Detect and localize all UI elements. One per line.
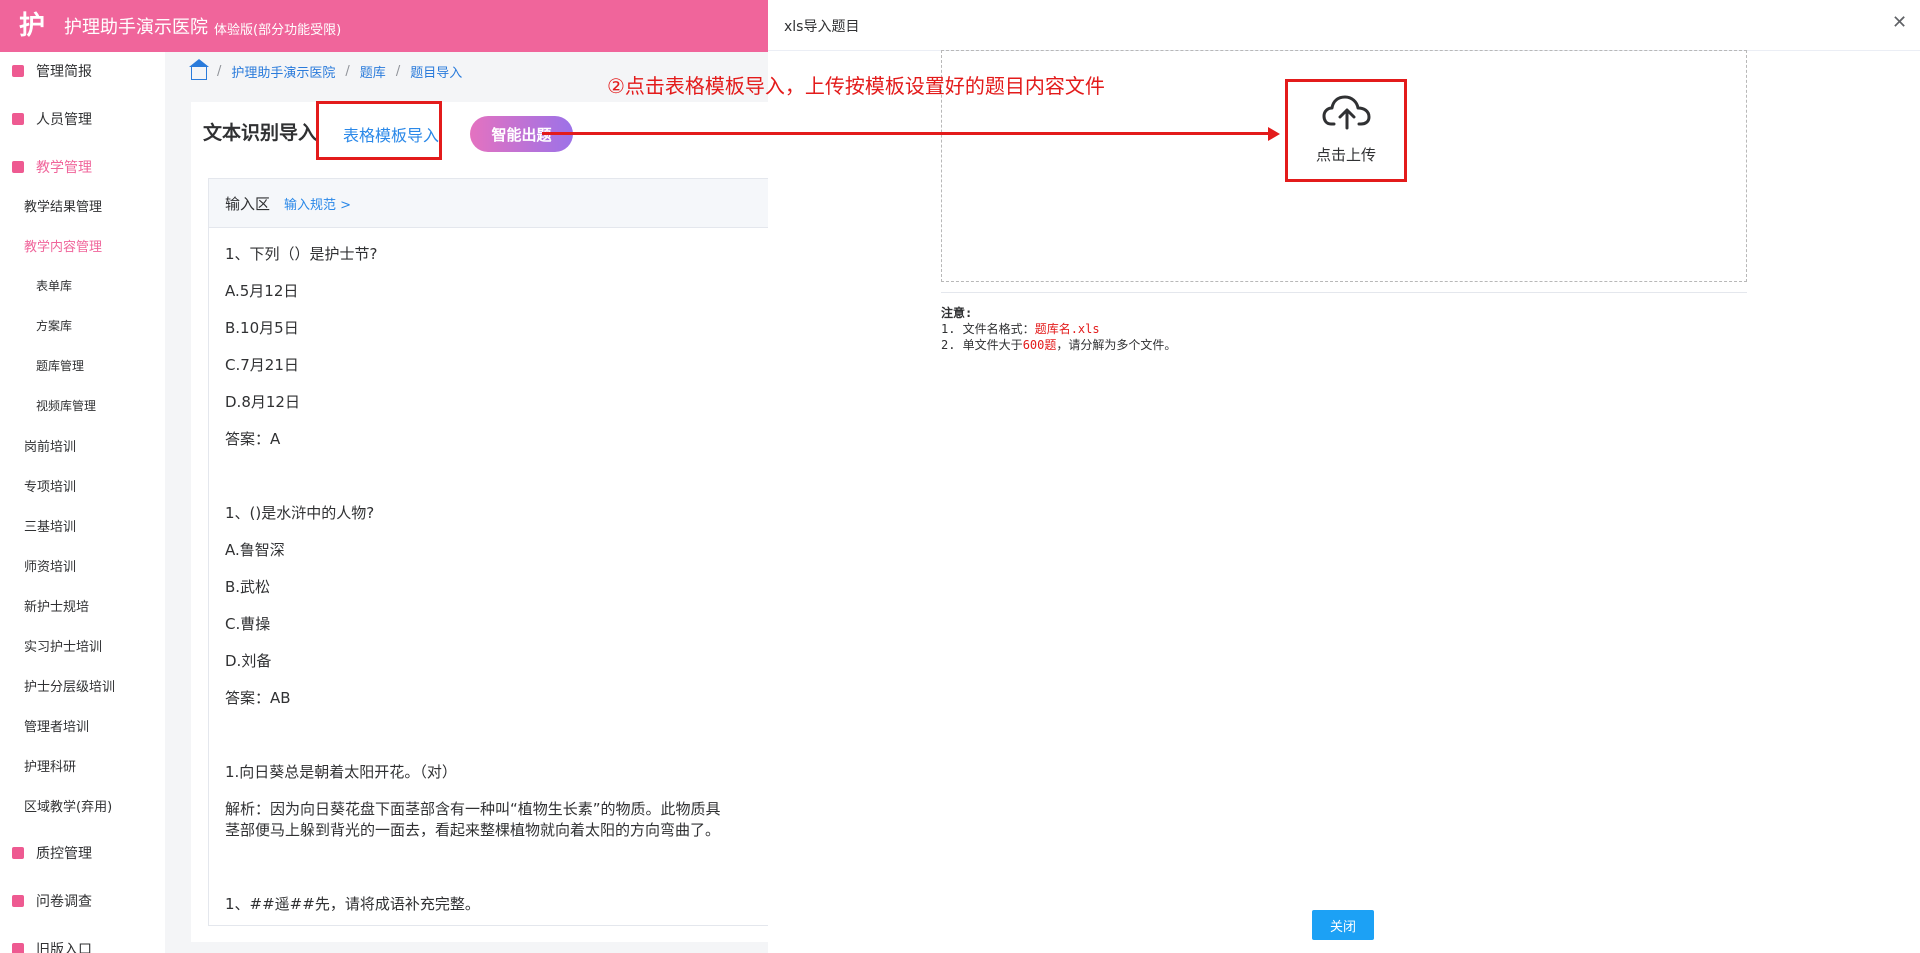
breadcrumb-question-bank[interactable]: 题库 <box>360 62 386 81</box>
cloud-upload-icon <box>1322 95 1371 130</box>
sidebar-item-teaching[interactable]: 教学管理 <box>0 154 165 180</box>
input-line: D.刘备 <box>225 652 272 670</box>
breadcrumb-separator: / <box>395 64 401 79</box>
note-line-2: 2. 单文件大于600题，请分解为多个文件。 <box>941 337 1176 353</box>
sidebar-item-tiered[interactable]: 护士分层级培训 <box>24 676 115 695</box>
sidebar-item-label: 教学管理 <box>36 160 92 176</box>
sidebar-item-regional[interactable]: 区域教学(弃用) <box>24 796 112 815</box>
tab-text-recognition[interactable]: 文本识别导入 <box>203 118 317 145</box>
sidebar-item-teaching-content[interactable]: 教学内容管理 <box>24 236 102 255</box>
people-icon <box>12 113 24 125</box>
note-text: 1. 文件名格式： <box>941 322 1035 336</box>
note-title: 注意: <box>941 306 973 320</box>
input-line: 答案：AB <box>225 689 291 707</box>
close-icon[interactable]: ✕ <box>1892 12 1907 33</box>
breadcrumb-separator: / <box>217 64 222 79</box>
input-line: A.5月12日 <box>225 282 299 300</box>
note-highlight: 600题 <box>1022 338 1057 352</box>
sidebar-item-label: 人员管理 <box>36 112 92 128</box>
shield-icon <box>12 847 24 859</box>
note-text: 2. 单文件大于 <box>941 338 1023 352</box>
upload-label: 点击上传 <box>1315 146 1376 164</box>
input-line: 解析：因为向日葵花盘下面茎部含有一种叫“植物生长素”的物质。此物质具 <box>225 800 721 818</box>
sidebar-item-teaching-results[interactable]: 教学结果管理 <box>24 196 102 215</box>
sidebar-item-pre-job[interactable]: 岗前培训 <box>24 436 76 455</box>
app-title: 护理助手演示医院 <box>64 17 208 38</box>
sidebar-item-special[interactable]: 专项培训 <box>24 476 76 495</box>
sidebar-item-intern[interactable]: 实习护士培训 <box>24 636 102 655</box>
input-line: A.鲁智深 <box>225 541 285 559</box>
sidebar-item-staff[interactable]: 人员管理 <box>0 106 165 132</box>
sidebar-item-label: 旧版入口 <box>36 942 92 953</box>
input-line: C.7月21日 <box>225 356 299 374</box>
sidebar-item-label: 质控管理 <box>36 846 92 862</box>
input-line: D.8月12日 <box>225 393 300 411</box>
sidebar-item-old-entry[interactable]: 旧版入口 <box>0 936 165 953</box>
input-panel: 输入区 输入规范 > 1、下列（）是护士节? A.5月12日 B.10月5日 C… <box>208 178 770 926</box>
sidebar-item-label: 问卷调查 <box>36 894 92 910</box>
sidebar-item-forms[interactable]: 表单库 <box>36 277 72 294</box>
sidebar-item-new-nurse[interactable]: 新护士规培 <box>24 596 89 615</box>
sidebar-item-label: 管理简报 <box>36 64 92 80</box>
sidebar-item-manager[interactable]: 管理者培训 <box>24 716 89 735</box>
annotation-arrow-head-icon <box>1268 127 1280 141</box>
sidebar-item-question-bank[interactable]: 题库管理 <box>36 357 84 374</box>
main-content: / 护理助手演示医院 / 题库 / 题目导入 文本识别导入 表格模板导入 智能出… <box>165 52 770 953</box>
note-highlight: 题库名.xls <box>1034 322 1100 336</box>
entry-icon <box>12 943 24 953</box>
input-line: 1.向日葵总是朝着太阳开花。（对） <box>225 763 457 781</box>
hospital-logo: 护 <box>18 11 45 41</box>
instruction-annotation: ②点击表格模板导入，上传按模板设置好的题目内容文件 <box>607 74 1105 98</box>
sidebar-item-video-library[interactable]: 视频库管理 <box>36 397 96 414</box>
sidebar-item-research[interactable]: 护理科研 <box>24 756 76 775</box>
teaching-icon <box>12 161 24 173</box>
import-card: 文本识别导入 表格模板导入 智能出题 输入区 输入规范 > 1、下列（）是护士节… <box>191 102 770 942</box>
input-line: 1、()是水浒中的人物? <box>225 504 375 522</box>
home-icon[interactable] <box>189 59 209 80</box>
sidebar: 管理简报 人员管理 教学管理 教学结果管理 教学内容管理 表单库 方案库 题库管… <box>0 52 165 953</box>
sidebar-item-survey[interactable]: 问卷调查 <box>0 888 165 914</box>
breadcrumb: / 护理助手演示医院 / 题库 / 题目导入 <box>189 59 462 81</box>
sidebar-item-quality[interactable]: 质控管理 <box>0 840 165 866</box>
input-line: B.武松 <box>225 578 271 596</box>
sidebar-item-briefing[interactable]: 管理简报 <box>0 58 165 84</box>
close-button[interactable]: 关闭 <box>1312 910 1374 940</box>
input-panel-title: 输入区 <box>225 194 271 213</box>
input-line: 1、下列（）是护士节? <box>225 245 378 263</box>
sidebar-item-teacher[interactable]: 师资培训 <box>24 556 76 575</box>
clipboard-icon <box>12 895 24 907</box>
input-panel-header: 输入区 输入规范 > <box>209 179 769 228</box>
sidebar-item-three-basics[interactable]: 三基培训 <box>24 516 76 535</box>
input-line: 茎部便马上躲到背光的一面去，看起来整棵植物就向着太阳的方向弯曲了。 <box>225 821 721 839</box>
upload-area[interactable]: 点击上传 <box>1285 79 1407 182</box>
drawer-divider <box>941 292 1747 293</box>
highlight-template-tab <box>316 101 442 160</box>
input-line: C.曹操 <box>225 615 271 633</box>
drawer-title: xls导入题目 <box>784 19 860 35</box>
report-icon <box>12 65 24 77</box>
annotation-arrow-line <box>542 132 1272 135</box>
sidebar-item-plans[interactable]: 方案库 <box>36 317 72 334</box>
input-line: 1、##遥##先，请将成语补充完整。 <box>225 895 480 913</box>
input-spec-link[interactable]: 输入规范 > <box>284 194 351 213</box>
xls-import-drawer: xls导入题目 ✕ 点击上传 注意: 1. 文件名格式：题库名.xls 2. 单… <box>768 0 1920 953</box>
breadcrumb-import[interactable]: 题目导入 <box>410 62 462 81</box>
app-subtitle: 体验版(部分功能受限) <box>214 22 342 38</box>
breadcrumb-hospital[interactable]: 护理助手演示医院 <box>231 62 335 81</box>
input-line: B.10月5日 <box>225 319 299 337</box>
breadcrumb-separator: / <box>345 64 350 79</box>
note-line-1: 1. 文件名格式：题库名.xls <box>941 321 1176 337</box>
upload-notes: 注意: 1. 文件名格式：题库名.xls 2. 单文件大于600题，请分解为多个… <box>941 305 1176 353</box>
input-line: 答案：A <box>225 430 281 448</box>
note-text: ，请分解为多个文件。 <box>1056 338 1177 352</box>
